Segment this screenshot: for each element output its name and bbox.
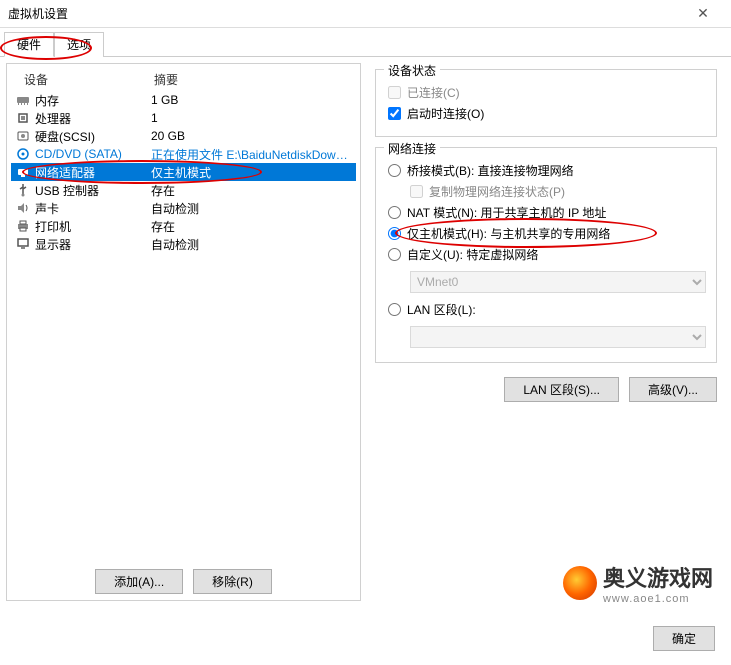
header-device: 设备 bbox=[12, 71, 152, 88]
memory-icon bbox=[15, 92, 31, 108]
device-status-title: 设备状态 bbox=[384, 62, 440, 79]
device-summary: 存在 bbox=[151, 182, 356, 199]
network-connection-title: 网络连接 bbox=[384, 140, 440, 157]
connect-poweron-label: 启动时连接(O) bbox=[407, 105, 484, 122]
settings-panel: 设备状态 已连接(C) 启动时连接(O) 网络连接 桥接模式(B): 直接连接物… bbox=[367, 63, 725, 601]
device-name: 内存 bbox=[35, 92, 151, 109]
device-row[interactable]: 内存1 GB bbox=[11, 91, 356, 109]
lansegment-label: LAN 区段(L): bbox=[407, 301, 476, 318]
device-row[interactable]: 声卡自动检测 bbox=[11, 199, 356, 217]
cd-icon bbox=[15, 146, 31, 162]
custom-label: 自定义(U): 特定虚拟网络 bbox=[407, 246, 538, 263]
lansegment-radio-row[interactable]: LAN 区段(L): bbox=[388, 301, 706, 318]
device-summary: 1 GB bbox=[151, 93, 356, 107]
connected-label: 已连接(C) bbox=[407, 84, 460, 101]
device-name: 网络适配器 bbox=[35, 164, 151, 181]
connect-poweron-checkbox[interactable] bbox=[388, 107, 401, 120]
nat-label: NAT 模式(N): 用于共享主机的 IP 地址 bbox=[407, 204, 606, 221]
device-summary: 1 bbox=[151, 111, 356, 125]
device-row[interactable]: CD/DVD (SATA)正在使用文件 E:\BaiduNetdiskDownl… bbox=[11, 145, 356, 163]
device-name: 处理器 bbox=[35, 110, 151, 127]
device-name: 显示器 bbox=[35, 236, 151, 253]
bridged-radio-row[interactable]: 桥接模式(B): 直接连接物理网络 bbox=[388, 162, 706, 179]
watermark-sub: www.aoe1.com bbox=[603, 593, 713, 605]
device-row[interactable]: USB 控制器存在 bbox=[11, 181, 356, 199]
replicate-row: 复制物理网络连接状态(P) bbox=[410, 183, 706, 200]
custom-radio[interactable] bbox=[388, 248, 401, 261]
disk-icon bbox=[15, 128, 31, 144]
device-status-group: 设备状态 已连接(C) 启动时连接(O) bbox=[375, 69, 717, 137]
add-button[interactable]: 添加(A)... bbox=[95, 569, 183, 594]
lansegment-select bbox=[410, 326, 706, 348]
close-icon[interactable]: ✕ bbox=[683, 5, 723, 22]
connected-checkbox bbox=[388, 86, 401, 99]
device-summary: 存在 bbox=[151, 218, 356, 235]
lansegment-radio[interactable] bbox=[388, 303, 401, 316]
device-row[interactable]: 硬盘(SCSI)20 GB bbox=[11, 127, 356, 145]
network-connection-group: 网络连接 桥接模式(B): 直接连接物理网络 复制物理网络连接状态(P) NAT… bbox=[375, 147, 717, 363]
sound-icon bbox=[15, 200, 31, 216]
watermark-text: 奥义游戏网 bbox=[603, 566, 713, 591]
device-summary: 自动检测 bbox=[151, 200, 356, 217]
nat-radio[interactable] bbox=[388, 206, 401, 219]
vmnet-select: VMnet0 bbox=[410, 271, 706, 293]
replicate-label: 复制物理网络连接状态(P) bbox=[429, 183, 565, 200]
device-list[interactable]: 内存1 GB处理器1硬盘(SCSI)20 GBCD/DVD (SATA)正在使用… bbox=[11, 91, 356, 563]
device-name: USB 控制器 bbox=[35, 182, 151, 199]
ok-button[interactable]: 确定 bbox=[653, 626, 715, 651]
device-row[interactable]: 处理器1 bbox=[11, 109, 356, 127]
usb-icon bbox=[15, 182, 31, 198]
device-summary: 正在使用文件 E:\BaiduNetdiskDownl... bbox=[151, 146, 356, 163]
watermark-logo-icon bbox=[563, 566, 597, 600]
device-row[interactable]: 打印机存在 bbox=[11, 217, 356, 235]
display-icon bbox=[15, 236, 31, 252]
device-summary: 20 GB bbox=[151, 129, 356, 143]
bridged-label: 桥接模式(B): 直接连接物理网络 bbox=[407, 162, 574, 179]
device-row[interactable]: 网络适配器仅主机模式 bbox=[11, 163, 356, 181]
watermark: 奥义游戏网 www.aoe1.com bbox=[563, 561, 713, 605]
device-summary: 仅主机模式 bbox=[151, 164, 356, 181]
nic-icon bbox=[15, 164, 31, 180]
tab-bar: 硬件 选项 bbox=[0, 28, 731, 57]
lan-segments-button[interactable]: LAN 区段(S)... bbox=[504, 377, 619, 402]
device-name: CD/DVD (SATA) bbox=[35, 147, 151, 161]
device-list-header: 设备 摘要 bbox=[11, 68, 356, 91]
header-summary: 摘要 bbox=[152, 71, 355, 88]
remove-button[interactable]: 移除(R) bbox=[193, 569, 272, 594]
device-summary: 自动检测 bbox=[151, 236, 356, 253]
hostonly-radio-row[interactable]: 仅主机模式(H): 与主机共享的专用网络 bbox=[388, 225, 706, 242]
window-title: 虚拟机设置 bbox=[8, 5, 683, 22]
device-name: 打印机 bbox=[35, 218, 151, 235]
printer-icon bbox=[15, 218, 31, 234]
device-panel: 设备 摘要 内存1 GB处理器1硬盘(SCSI)20 GBCD/DVD (SAT… bbox=[6, 63, 361, 601]
tab-options[interactable]: 选项 bbox=[54, 32, 104, 57]
device-name: 声卡 bbox=[35, 200, 151, 217]
replicate-checkbox bbox=[410, 185, 423, 198]
cpu-icon bbox=[15, 110, 31, 126]
device-row[interactable]: 显示器自动检测 bbox=[11, 235, 356, 253]
connect-poweron-row[interactable]: 启动时连接(O) bbox=[388, 105, 706, 122]
nat-radio-row[interactable]: NAT 模式(N): 用于共享主机的 IP 地址 bbox=[388, 204, 706, 221]
bridged-radio[interactable] bbox=[388, 164, 401, 177]
tab-hardware[interactable]: 硬件 bbox=[4, 32, 54, 57]
connected-checkbox-row: 已连接(C) bbox=[388, 84, 706, 101]
hostonly-label: 仅主机模式(H): 与主机共享的专用网络 bbox=[407, 225, 610, 242]
device-name: 硬盘(SCSI) bbox=[35, 128, 151, 145]
advanced-button[interactable]: 高级(V)... bbox=[629, 377, 717, 402]
custom-radio-row[interactable]: 自定义(U): 特定虚拟网络 bbox=[388, 246, 706, 263]
hostonly-radio[interactable] bbox=[388, 227, 401, 240]
